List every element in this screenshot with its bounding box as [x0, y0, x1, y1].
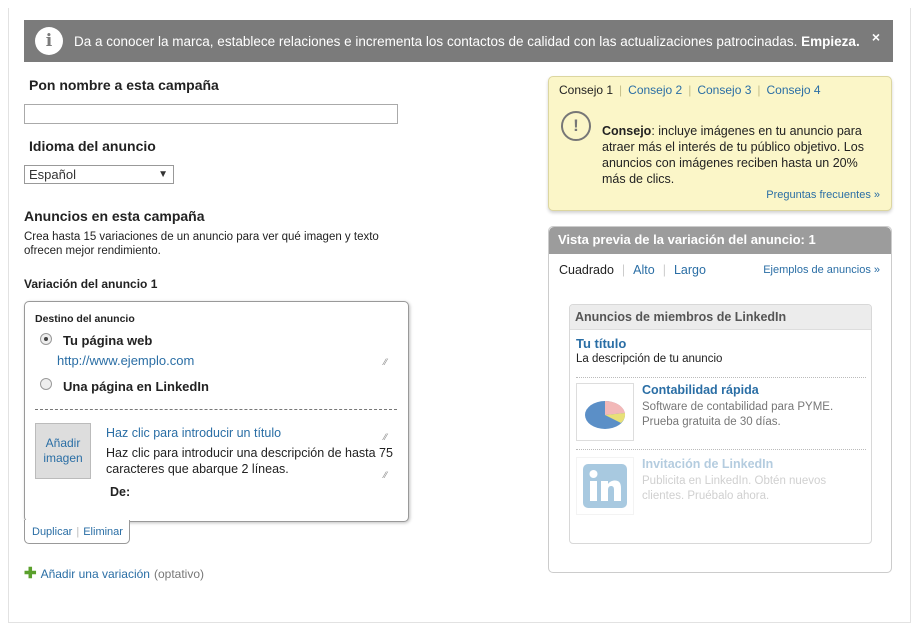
- sponsored-updates-banner: i Da a conocer la marca, establece relac…: [24, 20, 893, 62]
- sample-ad-desc: Publicita en LinkedIn. Obtén nuevos clie…: [642, 475, 827, 502]
- add-image-button[interactable]: Añadir imagen: [35, 423, 91, 479]
- option-linkedin-page-label[interactable]: Una página en LinkedIn: [63, 379, 209, 394]
- add-variation-link[interactable]: Añadir una variación: [41, 567, 150, 581]
- optional-note: (optativo): [153, 567, 205, 581]
- preview-ad-desc: La descripción de tu anuncio: [576, 353, 723, 365]
- sample-ad-desc: Software de contabilidad para PYME. Prue…: [642, 401, 834, 428]
- duplicate-link[interactable]: Duplicar: [32, 526, 72, 538]
- tab-tall[interactable]: Alto: [633, 263, 655, 277]
- destination-label: Destino del anuncio: [35, 313, 135, 325]
- separator: |: [76, 525, 80, 538]
- ads-section-desc: Crea hasta 15 variaciones de un anuncio …: [24, 231, 379, 257]
- tab-tip-1[interactable]: Consejo 1: [559, 83, 613, 97]
- divider: [576, 377, 866, 378]
- tip-text: Consejo: incluye imágenes en tu anuncio …: [602, 123, 884, 187]
- campaign-name-label: Pon nombre a esta campaña: [29, 77, 219, 93]
- variation-title: Variación del anuncio 1: [24, 277, 158, 291]
- pie-chart-icon: [576, 383, 634, 441]
- banner-cta-link[interactable]: Empieza.: [801, 34, 860, 49]
- campaign-name-input[interactable]: [24, 104, 398, 124]
- add-variation[interactable]: ✚ Añadir una variación (optativo): [24, 565, 205, 582]
- tab-long[interactable]: Largo: [674, 263, 706, 277]
- close-icon[interactable]: ×: [872, 29, 880, 45]
- tip-label: Consejo: [602, 124, 652, 138]
- destination-url-field[interactable]: http://www.ejemplo.com: [57, 353, 194, 368]
- separator: |: [662, 263, 666, 277]
- banner-text: Da a conocer la marca, establece relacio…: [74, 33, 798, 49]
- exclamation-icon: !: [561, 111, 591, 141]
- linkedin-logo-icon: [576, 457, 634, 515]
- separator: |: [757, 83, 761, 97]
- separator: |: [621, 263, 626, 277]
- tab-square[interactable]: Cuadrado: [559, 263, 614, 277]
- from-label: De:: [110, 485, 131, 499]
- info-icon: i: [35, 27, 63, 55]
- delete-link[interactable]: Eliminar: [83, 526, 123, 538]
- language-select-value: Español: [29, 167, 76, 182]
- dropdown-arrow-icon: ▼: [158, 169, 168, 180]
- ad-title-input[interactable]: Haz clic para introducir un título: [106, 426, 281, 440]
- ad-preview-panel: Vista previa de la variación del anuncio…: [548, 226, 892, 573]
- tab-tip-3[interactable]: Consejo 3: [697, 83, 751, 97]
- variation-actions: Duplicar | Eliminar: [24, 520, 130, 544]
- language-label: Idioma del anuncio: [29, 138, 156, 154]
- tips-box: Consejo 1 | Consejo 2 | Consejo 3 | Cons…: [548, 76, 892, 211]
- sample-ad: Contabilidad rápida Software de contabil…: [576, 383, 866, 443]
- ads-section-title: Anuncios en esta campaña: [24, 208, 205, 224]
- divider: [35, 409, 397, 410]
- faq-link[interactable]: Preguntas frecuentes »: [766, 189, 880, 201]
- tips-tabs: Consejo 1 | Consejo 2 | Consejo 3 | Cons…: [559, 83, 821, 97]
- ad-variation-card: Destino del anuncio Tu página web http:/…: [24, 301, 409, 522]
- radio-own-website[interactable]: [40, 333, 52, 345]
- resize-handle-icon[interactable]: ⁄⁄: [384, 471, 392, 480]
- ad-description-input[interactable]: Haz clic para introducir una descripción…: [106, 445, 396, 477]
- member-ads-box: Anuncios de miembros de LinkedIn Tu títu…: [569, 304, 872, 544]
- option-own-website-label[interactable]: Tu página web: [63, 333, 152, 348]
- resize-handle-icon[interactable]: ⁄⁄: [384, 433, 392, 442]
- tab-tip-4[interactable]: Consejo 4: [767, 83, 821, 97]
- language-select[interactable]: Español ▼: [24, 165, 174, 184]
- member-ads-header: Anuncios de miembros de LinkedIn: [570, 305, 871, 330]
- radio-linkedin-page[interactable]: [40, 378, 52, 390]
- sample-ad-title: Invitación de LinkedIn: [642, 457, 774, 471]
- ad-examples-link[interactable]: Ejemplos de anuncios »: [763, 264, 880, 276]
- separator: |: [688, 83, 692, 97]
- preview-size-tabs: Cuadrado | Alto | Largo: [559, 263, 706, 277]
- sample-ad: Invitación de LinkedIn Publicita en Link…: [576, 457, 866, 517]
- plus-icon: ✚: [24, 565, 37, 582]
- divider: [576, 449, 866, 450]
- preview-ad-title: Tu título: [576, 336, 627, 351]
- preview-header: Vista previa de la variación del anuncio…: [549, 227, 891, 254]
- resize-handle-icon[interactable]: ⁄⁄: [384, 358, 392, 367]
- banner-message: Da a conocer la marca, establece relacio…: [74, 34, 860, 49]
- sample-ad-title: Contabilidad rápida: [642, 383, 759, 397]
- separator: |: [619, 83, 623, 97]
- tab-tip-2[interactable]: Consejo 2: [628, 83, 682, 97]
